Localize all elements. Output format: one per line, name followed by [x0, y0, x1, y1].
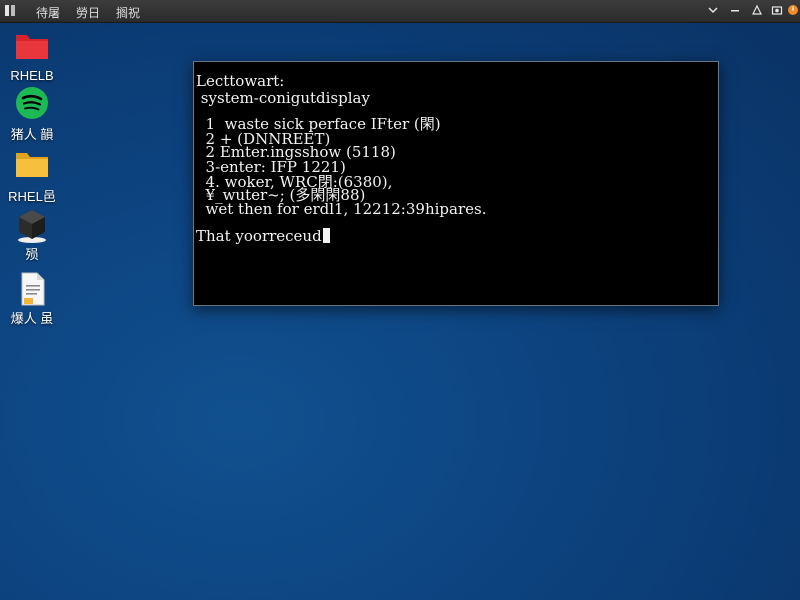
folder-icon: [14, 148, 50, 184]
desktop-icon-label: 爆人 虽: [10, 311, 54, 326]
desktop-icon-label: RHEL邑: [8, 189, 56, 204]
terminal-line: wet then for erdl1, 12212:39hipares.: [196, 200, 487, 218]
network-icon[interactable]: [750, 4, 764, 18]
terminal-window[interactable]: Lecttowart: system-conigutdisplay 1 wast…: [193, 61, 719, 306]
desktop-icon-label: 猪人 韻: [10, 127, 54, 142]
terminal-prompt-line[interactable]: That yoorreceud: [196, 227, 330, 245]
power-icon[interactable]: [786, 4, 800, 18]
terminal-line: Lecttowart:: [196, 72, 285, 90]
desktop-icon-label: RHELB: [10, 68, 54, 83]
screenshot-icon[interactable]: [770, 4, 784, 18]
desktop-icon-rhelb[interactable]: RHELB: [0, 30, 64, 83]
panel-menu-2[interactable]: 勞日: [76, 4, 100, 21]
terminal-line: system-conigutdisplay: [196, 89, 370, 107]
document-icon: [14, 270, 50, 306]
top-panel: 待屠 勞日 搁祝: [0, 0, 800, 23]
chevron-down-icon[interactable]: [706, 4, 720, 18]
panel-menu-3[interactable]: 搁祝: [116, 4, 140, 21]
panel-menu-1[interactable]: 待屠: [36, 4, 60, 21]
desktop-icon-label: 殒: [25, 247, 39, 262]
folder-icon: [14, 30, 50, 66]
spotify-icon: [14, 86, 50, 122]
terminal-prompt-text: That yoorreceud: [196, 227, 322, 245]
package-icon: [14, 206, 50, 243]
desktop-icon-spotify[interactable]: 猪人 韻: [0, 86, 64, 143]
desktop-icon-rhel-folder[interactable]: RHEL邑: [0, 148, 64, 205]
terminal-cursor: [322, 228, 330, 243]
desktop-icon-document[interactable]: 爆人 虽: [0, 270, 64, 327]
activities-icon[interactable]: [5, 5, 16, 16]
desktop-icon-package[interactable]: 殒: [0, 206, 64, 263]
minimize-icon[interactable]: [728, 4, 742, 18]
